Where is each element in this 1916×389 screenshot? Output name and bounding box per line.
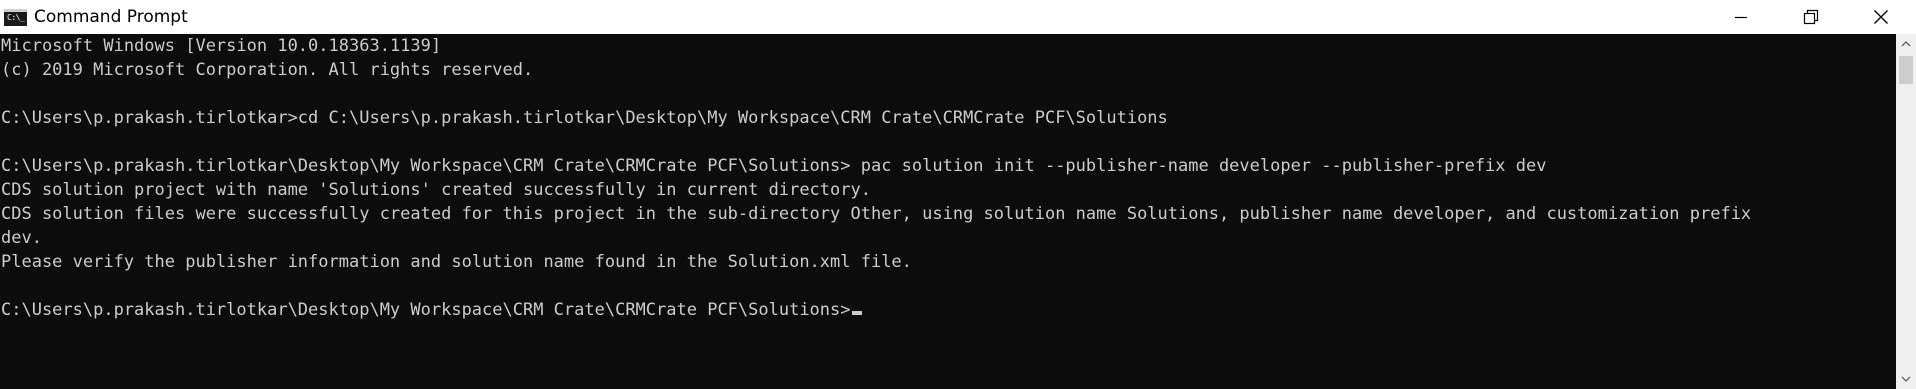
maximize-button[interactable]: [1776, 0, 1846, 34]
minimize-icon: [1735, 16, 1747, 19]
console-line: Please verify the publisher information …: [1, 252, 912, 272]
console-line: CDS solution project with name 'Solution…: [1, 180, 871, 200]
console-line: dev.: [1, 228, 42, 248]
title-bar[interactable]: C:\_ Command Prompt: [0, 0, 1916, 34]
scroll-down-button[interactable]: [1896, 369, 1916, 389]
prompt-line[interactable]: C:\Users\p.prakash.tirlotkar\Desktop\My …: [1, 298, 862, 322]
terminal-icon[interactable]: C:\_: [4, 8, 27, 26]
window-controls: [1706, 0, 1916, 34]
text-cursor: [851, 311, 862, 315]
console-line: (c) 2019 Microsoft Corporation. All righ…: [1, 60, 534, 80]
command-prompt-window: C:\_ Command Prompt Microsoft Windows [V…: [0, 0, 1916, 389]
console-output[interactable]: Microsoft Windows [Version 10.0.18363.11…: [0, 34, 1896, 389]
close-button[interactable]: [1846, 0, 1916, 34]
scroll-down-arrow-icon: [1901, 376, 1911, 382]
scroll-thumb[interactable]: [1899, 56, 1913, 84]
vertical-scrollbar[interactable]: [1896, 34, 1916, 389]
prompt-text: C:\Users\p.prakash.tirlotkar\Desktop\My …: [1, 300, 851, 320]
scroll-up-button[interactable]: [1896, 34, 1916, 54]
console-line: C:\Users\p.prakash.tirlotkar\Desktop\My …: [1, 156, 1547, 176]
scroll-up-arrow-icon: [1901, 41, 1911, 47]
close-icon: [1874, 10, 1888, 24]
console-line: Microsoft Windows [Version 10.0.18363.11…: [1, 36, 442, 56]
console-line: CDS solution files were successfully cre…: [1, 204, 1752, 224]
window-title: Command Prompt: [34, 7, 188, 27]
restore-icon: [1803, 9, 1819, 25]
minimize-button[interactable]: [1706, 0, 1776, 34]
console-line: C:\Users\p.prakash.tirlotkar>cd C:\Users…: [1, 108, 1168, 128]
